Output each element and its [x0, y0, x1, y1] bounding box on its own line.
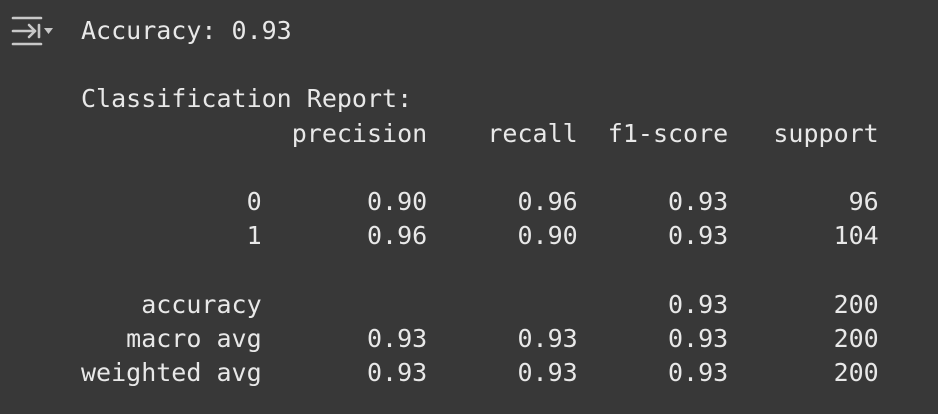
report-row-accuracy: accuracy 0.93 200: [81, 289, 879, 319]
report-header-line: precision recall f1-score support: [81, 118, 879, 148]
cell-output-area: Accuracy: 0.93 Classification Report: pre…: [0, 0, 938, 414]
accuracy-line: Accuracy: 0.93: [81, 16, 292, 45]
report-row-class-0: 0 0.90 0.96 0.93 96: [81, 186, 879, 216]
report-row-weighted-avg: weighted avg 0.93 0.93 0.93 200: [81, 357, 879, 387]
report-row-macro-avg: macro avg 0.93 0.93 0.93 200: [81, 323, 879, 353]
report-title-line: Classification Report:: [81, 84, 413, 114]
stdout-text: Accuracy: 0.93 Classification Report: pre…: [81, 14, 879, 390]
report-row-class-1: 1 0.96 0.90 0.93 104: [81, 221, 879, 251]
output-collapse-icon[interactable]: [10, 14, 54, 48]
